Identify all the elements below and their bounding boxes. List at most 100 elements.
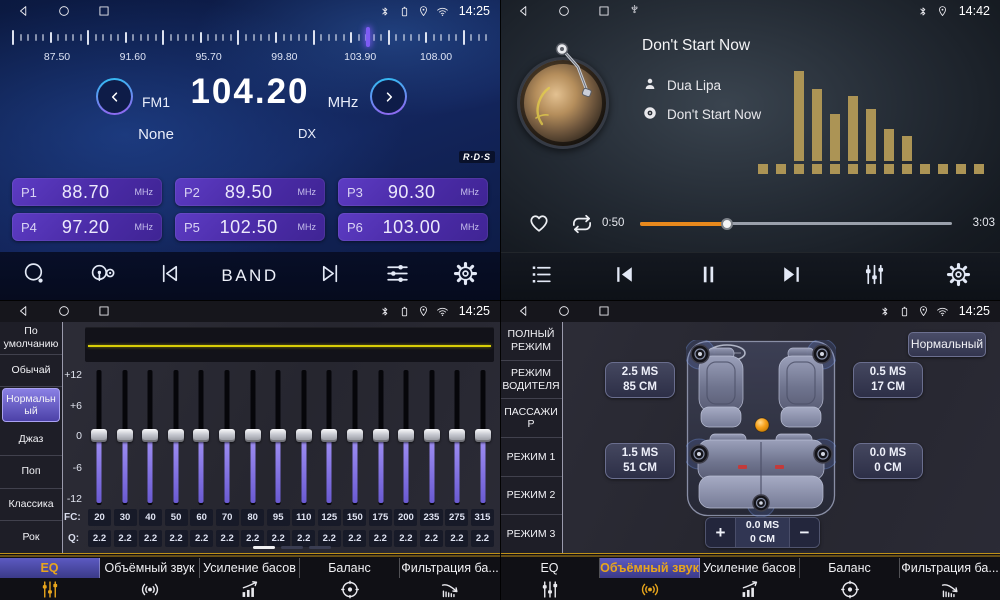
- q-value-chip[interactable]: 2.2: [318, 530, 341, 547]
- home-icon[interactable]: [56, 4, 71, 19]
- home-icon[interactable]: [556, 304, 571, 319]
- fc-value-chip[interactable]: 235: [420, 509, 443, 526]
- q-value-chip[interactable]: 2.2: [369, 530, 392, 547]
- sound-profile-button[interactable]: Нормальный: [908, 332, 986, 357]
- q-value-chip[interactable]: 2.2: [139, 530, 162, 547]
- surround-mode-item[interactable]: РЕЖИМ 3: [500, 515, 562, 553]
- delay-decrease-button[interactable]: −: [789, 518, 819, 547]
- eq-preset-item[interactable]: Обычай: [0, 355, 62, 388]
- eq-band-slider[interactable]: [318, 370, 340, 505]
- home-icon[interactable]: [56, 304, 71, 319]
- tab-eq[interactable]: EQ: [500, 553, 600, 600]
- tab-surround-sound[interactable]: Объёмный звук: [600, 553, 700, 600]
- q-value-chip[interactable]: 2.2: [420, 530, 443, 547]
- eq-band-slider[interactable]: [165, 370, 187, 505]
- fc-value-chip[interactable]: 80: [241, 509, 264, 526]
- fc-value-chip[interactable]: 200: [394, 509, 417, 526]
- slider-handle[interactable]: [117, 429, 133, 442]
- tab-filter[interactable]: Фильтрация ба...: [900, 553, 1000, 600]
- eq-band-slider[interactable]: [421, 370, 443, 505]
- tab-eq[interactable]: EQ: [0, 553, 100, 600]
- rear-right-delay-button[interactable]: 0.0 MS 0 CM: [853, 443, 923, 479]
- tab-bass-boost[interactable]: Усиление басов: [200, 553, 300, 600]
- slider-handle[interactable]: [245, 429, 261, 442]
- fc-value-chip[interactable]: 50: [165, 509, 188, 526]
- equalizer-button[interactable]: [858, 262, 892, 292]
- recents-icon[interactable]: [596, 304, 611, 319]
- tuner-settings-button[interactable]: [381, 261, 415, 291]
- fc-value-chip[interactable]: 175: [369, 509, 392, 526]
- q-value-chip[interactable]: 2.2: [190, 530, 213, 547]
- fc-value-chip[interactable]: 70: [216, 509, 239, 526]
- slider-handle[interactable]: [424, 429, 440, 442]
- repeat-button[interactable]: [569, 211, 595, 242]
- eq-band-slider[interactable]: [216, 370, 238, 505]
- search-button[interactable]: [17, 261, 51, 291]
- slider-handle[interactable]: [449, 429, 465, 442]
- radio-preset-button[interactable]: P497.20MHz: [12, 213, 162, 241]
- fc-value-chip[interactable]: 110: [292, 509, 315, 526]
- fc-value-chip[interactable]: 125: [318, 509, 341, 526]
- eq-band-slider[interactable]: [293, 370, 315, 505]
- rear-left-delay-button[interactable]: 1.5 MS 51 CM: [605, 443, 675, 479]
- settings-button[interactable]: [941, 262, 975, 292]
- eq-page-dot[interactable]: [253, 546, 275, 549]
- eq-band-slider[interactable]: [88, 370, 110, 505]
- fc-value-chip[interactable]: 30: [114, 509, 137, 526]
- fc-value-chip[interactable]: 40: [139, 509, 162, 526]
- front-right-delay-button[interactable]: 0.5 MS 17 CM: [853, 362, 923, 398]
- fc-value-chip[interactable]: 275: [445, 509, 468, 526]
- q-value-chip[interactable]: 2.2: [394, 530, 417, 547]
- q-value-chip[interactable]: 2.2: [216, 530, 239, 547]
- seek-up-button[interactable]: [370, 78, 407, 115]
- recents-icon[interactable]: [96, 304, 111, 319]
- radio-preset-button[interactable]: P6103.00MHz: [338, 213, 488, 241]
- recents-icon[interactable]: [596, 4, 611, 19]
- previous-station-button[interactable]: [153, 261, 187, 291]
- back-icon[interactable]: [516, 4, 531, 19]
- radio-preset-button[interactable]: P5102.50MHz: [175, 213, 325, 241]
- q-value-chip[interactable]: 2.2: [471, 530, 494, 547]
- surround-mode-item[interactable]: РЕЖИМ ВОДИТЕЛЯ: [500, 361, 562, 400]
- back-icon[interactable]: [16, 4, 31, 19]
- settings-button[interactable]: [449, 261, 483, 291]
- eq-page-dot[interactable]: [309, 546, 331, 549]
- eq-preset-item[interactable]: Рок: [0, 521, 62, 553]
- band-button[interactable]: BAND: [221, 266, 278, 286]
- eq-page-dot[interactable]: [281, 546, 303, 549]
- progress-bar[interactable]: [640, 222, 952, 225]
- favorite-button[interactable]: [526, 210, 552, 241]
- fc-value-chip[interactable]: 150: [343, 509, 366, 526]
- back-icon[interactable]: [516, 304, 531, 319]
- delay-increase-button[interactable]: +: [706, 518, 736, 547]
- slider-handle[interactable]: [321, 429, 337, 442]
- q-value-chip[interactable]: 2.2: [241, 530, 264, 547]
- eq-band-slider[interactable]: [446, 370, 468, 505]
- eq-band-slider[interactable]: [139, 370, 161, 505]
- eq-band-slider[interactable]: [472, 370, 494, 505]
- slider-handle[interactable]: [475, 429, 491, 442]
- slider-handle[interactable]: [270, 429, 286, 442]
- q-value-chip[interactable]: 2.2: [165, 530, 188, 547]
- surround-mode-item[interactable]: ПОЛНЫЙ РЕЖИМ: [500, 322, 562, 361]
- q-value-chip[interactable]: 2.2: [267, 530, 290, 547]
- broadcast-button[interactable]: [85, 261, 119, 291]
- fc-value-chip[interactable]: 60: [190, 509, 213, 526]
- eq-band-slider[interactable]: [114, 370, 136, 505]
- slider-handle[interactable]: [398, 429, 414, 442]
- fc-value-chip[interactable]: 95: [267, 509, 290, 526]
- tab-balance[interactable]: Баланс: [300, 553, 400, 600]
- next-station-button[interactable]: [313, 261, 347, 291]
- eq-band-slider[interactable]: [370, 370, 392, 505]
- tab-balance[interactable]: Баланс: [800, 553, 900, 600]
- q-value-chip[interactable]: 2.2: [88, 530, 111, 547]
- next-track-button[interactable]: [775, 262, 809, 292]
- q-value-chip[interactable]: 2.2: [114, 530, 137, 547]
- listening-position-dot[interactable]: [755, 418, 769, 432]
- eq-preset-item[interactable]: По умолчанию: [0, 322, 62, 355]
- back-icon[interactable]: [16, 304, 31, 319]
- eq-band-slider[interactable]: [190, 370, 212, 505]
- tab-filter[interactable]: Фильтрация ба...: [400, 553, 500, 600]
- slider-handle[interactable]: [193, 429, 209, 442]
- slider-handle[interactable]: [347, 429, 363, 442]
